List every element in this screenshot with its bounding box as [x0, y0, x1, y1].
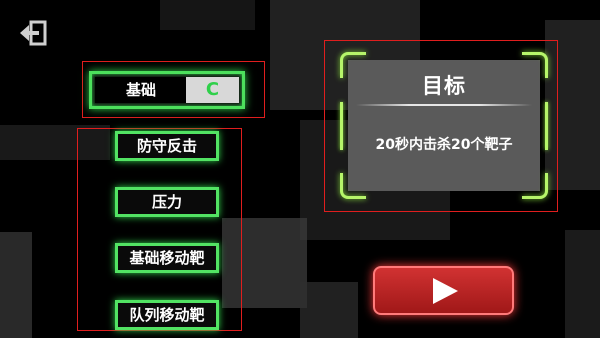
- toggle-knob: C: [186, 77, 239, 103]
- bg-square: [0, 232, 32, 338]
- divider: [356, 104, 532, 106]
- bg-square: [300, 282, 358, 338]
- target-description: 20秒内击杀20个靶子: [375, 137, 513, 153]
- exit-door-icon: [20, 20, 47, 46]
- mode-button-pressure[interactable]: 压力: [115, 187, 219, 217]
- play-button[interactable]: [373, 266, 514, 315]
- target-title: 目标: [422, 74, 466, 98]
- basic-mode-toggle[interactable]: 基础 C: [89, 71, 245, 109]
- bg-square: [160, 0, 255, 30]
- back-button[interactable]: [18, 20, 48, 46]
- mode-button-basic-moving-target[interactable]: 基础移动靶: [115, 243, 219, 273]
- mode-button-counter-attack[interactable]: 防守反击: [115, 131, 219, 161]
- mode-button-queue-moving-target[interactable]: 队列移动靶: [115, 300, 219, 330]
- target-panel: 目标 20秒内击杀20个靶子: [340, 52, 548, 199]
- basic-toggle-label: 基础: [95, 77, 187, 103]
- bg-square: [565, 230, 600, 338]
- corner-bracket: [340, 173, 366, 199]
- play-triangle-icon: [433, 278, 458, 304]
- corner-bracket: [522, 173, 548, 199]
